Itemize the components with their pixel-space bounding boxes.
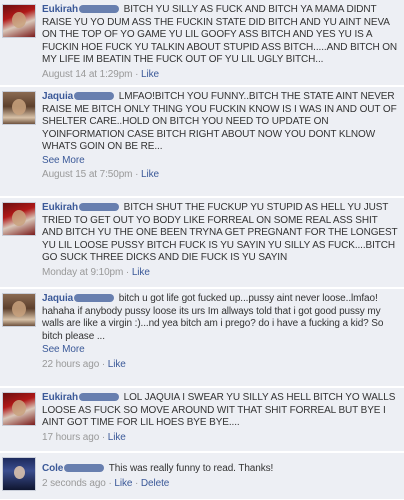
avatar[interactable] (2, 91, 36, 125)
comment-body: Eukirah BITCH SHUT THE FUCKUP YU STUPID … (42, 202, 398, 279)
comment-timestamp[interactable]: 2 seconds ago (42, 478, 106, 489)
comment-meta: 2 seconds ago · Like · Delete (42, 477, 170, 489)
avatar[interactable] (2, 4, 36, 38)
like-link[interactable]: Like (141, 169, 159, 180)
comment-text: LMFAO!BITCH YOU FUNNY..BITCH THE STATE A… (42, 91, 397, 152)
avatar[interactable] (2, 293, 36, 327)
comment-author[interactable]: Eukirah (42, 4, 78, 15)
comment-meta: August 14 at 1:29pm · Like (42, 68, 159, 80)
comment-meta: August 15 at 7:50pm · Like (42, 169, 159, 180)
comment-text: BITCH YU SILLY AS FUCK AND BITCH YA MAMA… (42, 4, 398, 65)
comment-text: This was really funny to read. Thanks! (108, 463, 274, 474)
blurred-surname (78, 393, 119, 402)
comment-timestamp[interactable]: 22 hours ago (42, 359, 99, 370)
comment-item: Jaquia LMFAO!BITCH YOU FUNNY..BITCH THE … (0, 87, 404, 197)
comment-item: Eukirah BITCH YU SILLY AS FUCK AND BITCH… (0, 0, 404, 86)
comment-body: Eukirah BITCH YU SILLY AS FUCK AND BITCH… (42, 4, 398, 81)
comment-meta: Monday at 9:10pm · Like (42, 266, 150, 278)
comment-item: Eukirah LOL JAQUIA I SWEAR YU SILLY AS H… (0, 388, 404, 452)
comment-item: Jaquia bitch u got life got fucked up...… (0, 289, 404, 387)
blurred-surname (74, 294, 115, 303)
like-link[interactable]: Like (141, 69, 159, 80)
comment-body: Eukirah LOL JAQUIA I SWEAR YU SILLY AS H… (42, 392, 398, 444)
see-more-link[interactable]: See More (42, 344, 398, 357)
like-link[interactable]: Like (132, 267, 150, 278)
comment-item: Eukirah BITCH SHUT THE FUCKUP YU STUPID … (0, 198, 404, 288)
comment-author[interactable]: Jaquia (42, 91, 73, 102)
comment-author[interactable]: Eukirah (42, 392, 78, 403)
comment-body: Cole This was really funny to read. Than… (42, 463, 398, 490)
like-link[interactable]: Like (108, 359, 126, 370)
blurred-surname (74, 92, 115, 101)
comment-meta: 17 hours ago · Like (42, 431, 126, 443)
comment-author[interactable]: Cole (42, 463, 63, 474)
comment-timestamp[interactable]: August 15 at 7:50pm (42, 169, 132, 180)
like-link[interactable]: Like (114, 478, 132, 489)
comment-item: Cole This was really funny to read. Than… (0, 453, 404, 500)
like-link[interactable]: Like (108, 432, 126, 443)
avatar[interactable] (2, 457, 36, 491)
delete-link[interactable]: Delete (141, 478, 169, 489)
comment-author[interactable]: Eukirah (42, 202, 78, 213)
blurred-surname (64, 464, 105, 473)
comment-meta: 22 hours ago · Like (42, 358, 126, 370)
comment-body: Jaquia bitch u got life got fucked up...… (42, 293, 398, 371)
blurred-surname (78, 5, 119, 14)
comment-timestamp[interactable]: 17 hours ago (42, 432, 99, 443)
comment-timestamp[interactable]: Monday at 9:10pm (42, 267, 123, 278)
blurred-surname (78, 203, 119, 212)
comment-author[interactable]: Jaquia (42, 293, 73, 304)
comment-timestamp[interactable]: August 14 at 1:29pm (42, 69, 132, 80)
comment-text: BITCH SHUT THE FUCKUP YU STUPID AS HELL … (42, 202, 398, 263)
avatar[interactable] (2, 392, 36, 426)
avatar[interactable] (2, 202, 36, 236)
see-more-link[interactable]: See More (42, 155, 398, 168)
comment-body: Jaquia LMFAO!BITCH YOU FUNNY..BITCH THE … (42, 91, 398, 182)
